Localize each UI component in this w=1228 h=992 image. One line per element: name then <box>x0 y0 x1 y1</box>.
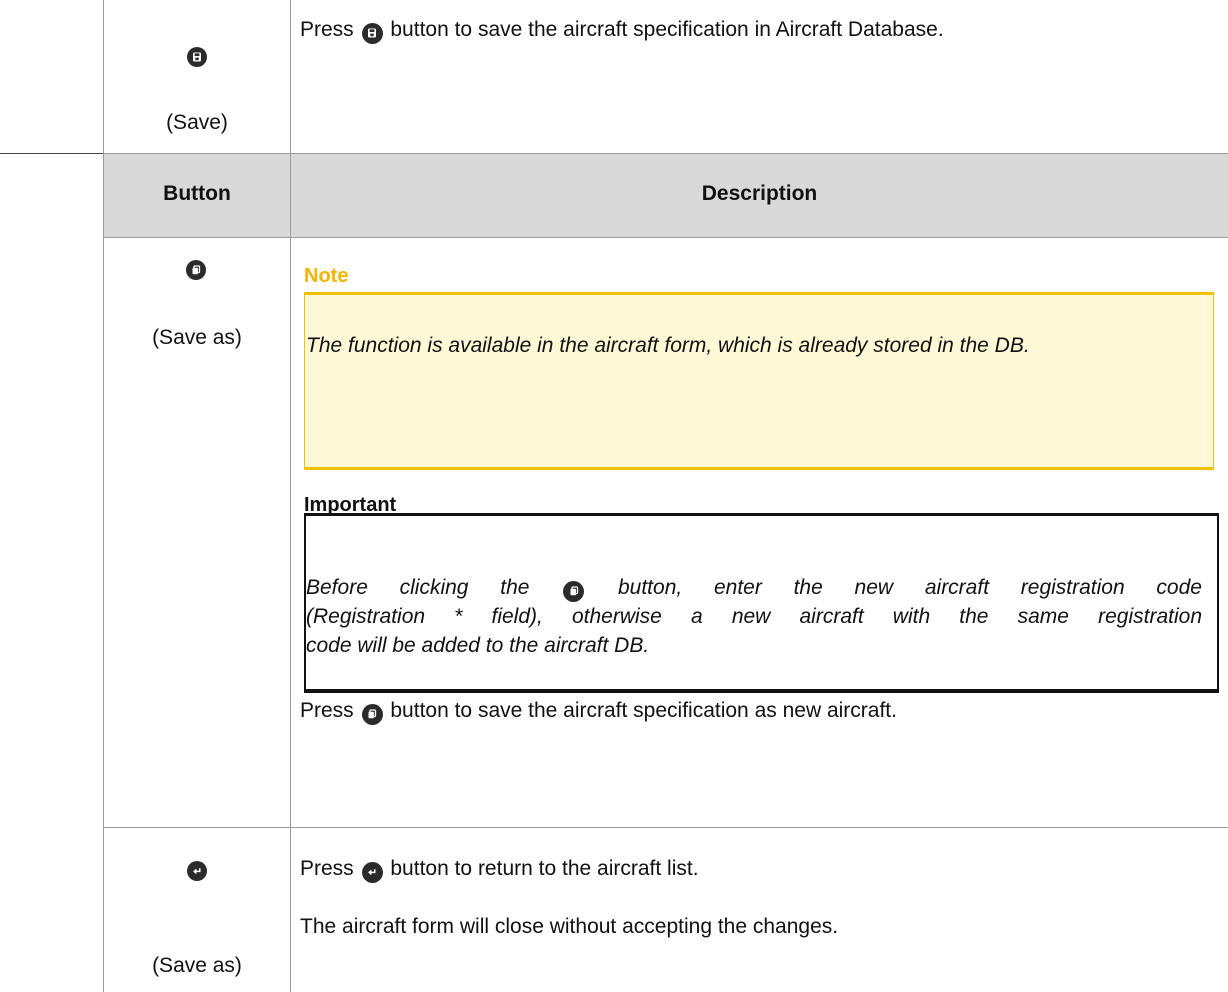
header-button: Button <box>163 182 231 205</box>
save-icon[interactable] <box>187 47 207 67</box>
table-row-divider <box>104 827 1228 828</box>
save-icon <box>361 22 383 44</box>
document-page: (Save) Press button to save the aircraft… <box>0 0 1228 992</box>
section-rule <box>0 153 104 154</box>
return-icon <box>361 861 383 883</box>
return-icon[interactable] <box>187 861 207 881</box>
return-description-line2: The aircraft form will close without acc… <box>300 915 839 938</box>
copy-icon[interactable] <box>186 260 206 280</box>
copy-icon <box>563 580 585 602</box>
important-text: Before clicking the button, enter the ne… <box>306 576 1202 657</box>
save-as-description: Press button to save the aircraft specif… <box>300 697 897 725</box>
note-title: Note <box>304 265 349 287</box>
header-description: Description <box>701 182 818 205</box>
return-label: (Save as) <box>152 954 242 977</box>
save-as-label: (Save as) <box>152 326 242 349</box>
copy-icon <box>361 703 383 725</box>
table-row-divider <box>104 153 1228 154</box>
save-description: Press button to save the aircraft specif… <box>300 16 944 44</box>
note-box <box>304 292 1214 470</box>
return-description: Press button to return to the aircraft l… <box>300 855 699 883</box>
save-label: (Save) <box>166 111 228 134</box>
table-column-divider <box>290 0 291 992</box>
table-row-divider <box>104 237 1228 238</box>
note-text: The function is available in the aircraf… <box>306 334 1030 357</box>
table-border-left <box>103 0 104 992</box>
